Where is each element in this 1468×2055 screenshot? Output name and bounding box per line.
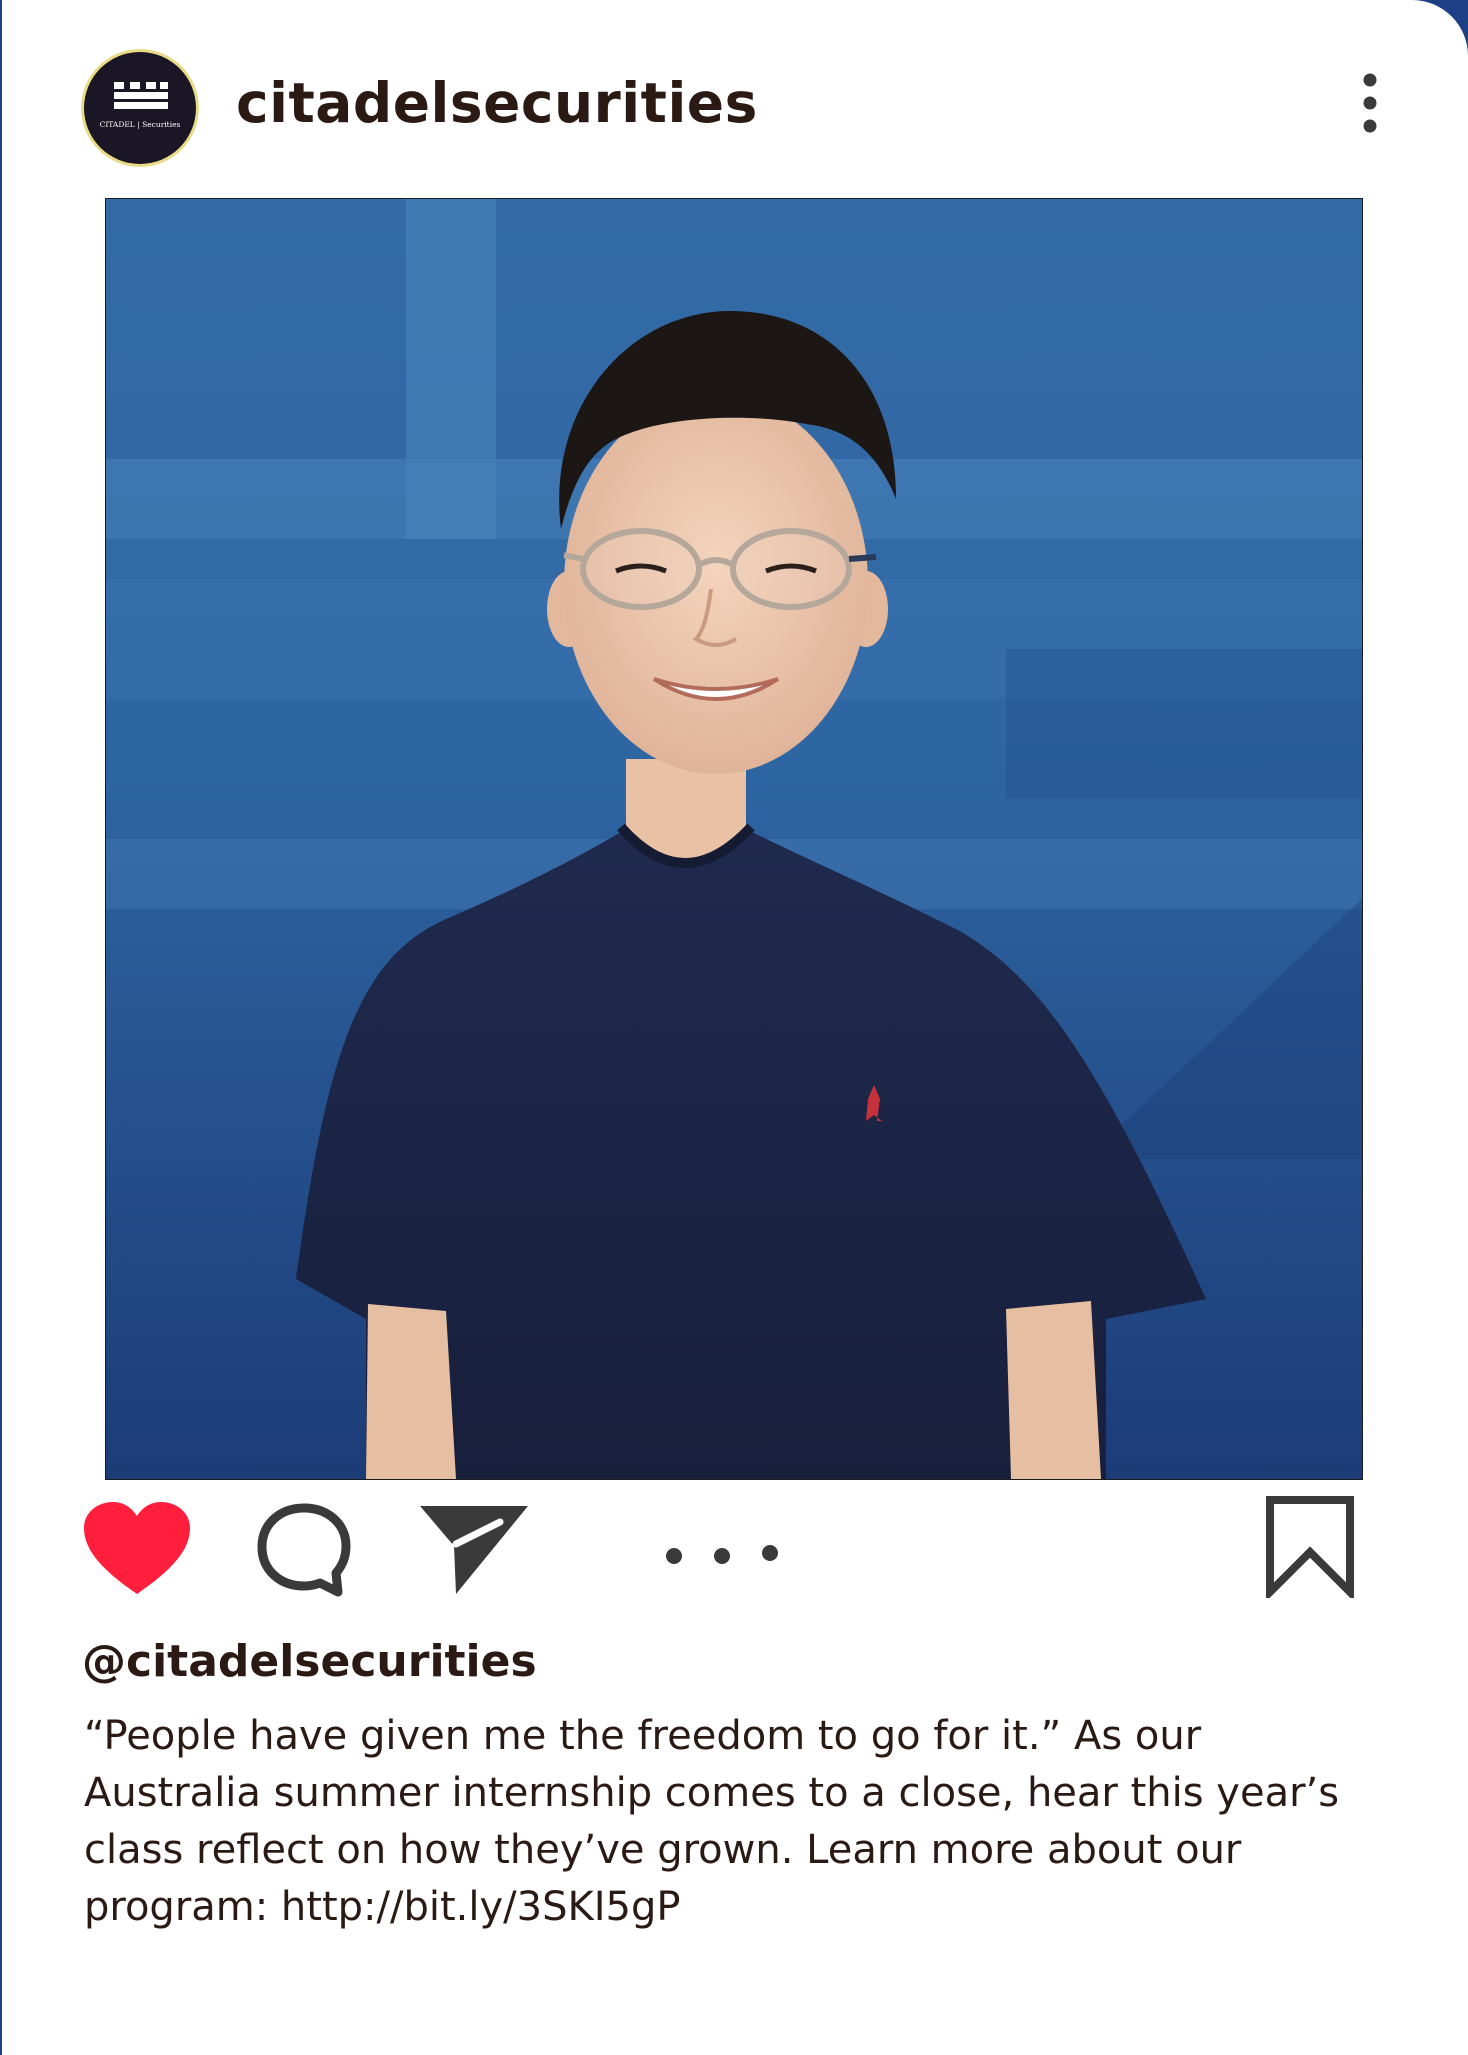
comment-button[interactable] [254,1500,354,1600]
paper-plane-icon [420,1506,528,1594]
save-button[interactable] [1264,1494,1356,1602]
caption-line[interactable]: program: http://bit.ly/3SKI5gP [84,1879,1384,1936]
citadel-logo-icon: CITADEL | Securities [100,82,181,129]
username[interactable]: citadelsecurities [236,68,758,138]
speech-bubble-icon [257,1503,351,1597]
caption-line: “People have given me the freedom to go … [84,1713,1202,1759]
more-horizontal-icon [666,1545,778,1564]
avatar[interactable]: CITADEL | Securities [84,52,196,164]
intern-portrait [106,199,1362,1479]
caption-handle[interactable]: @citadelsecurities [82,1632,537,1692]
bookmark-icon [1266,1496,1354,1602]
post-image[interactable] [105,198,1363,1480]
heart-filled-icon [84,1502,190,1594]
caption-text: “People have given me the freedom to go … [84,1708,1384,1936]
svg-text:CITADEL | Securities: CITADEL | Securities [100,120,181,129]
share-button[interactable] [416,1498,532,1598]
caption-line: Australia summer internship comes to a c… [84,1770,1340,1816]
like-button[interactable] [82,1500,192,1600]
post-card: CITADEL | Securities citadelsecurities @… [2,0,1468,2055]
caption-line: class reflect on how they’ve grown. Lear… [84,1827,1242,1873]
more-options-button[interactable] [1350,70,1390,140]
more-vertical-icon [1363,73,1377,133]
more-actions-button[interactable] [658,1536,790,1572]
